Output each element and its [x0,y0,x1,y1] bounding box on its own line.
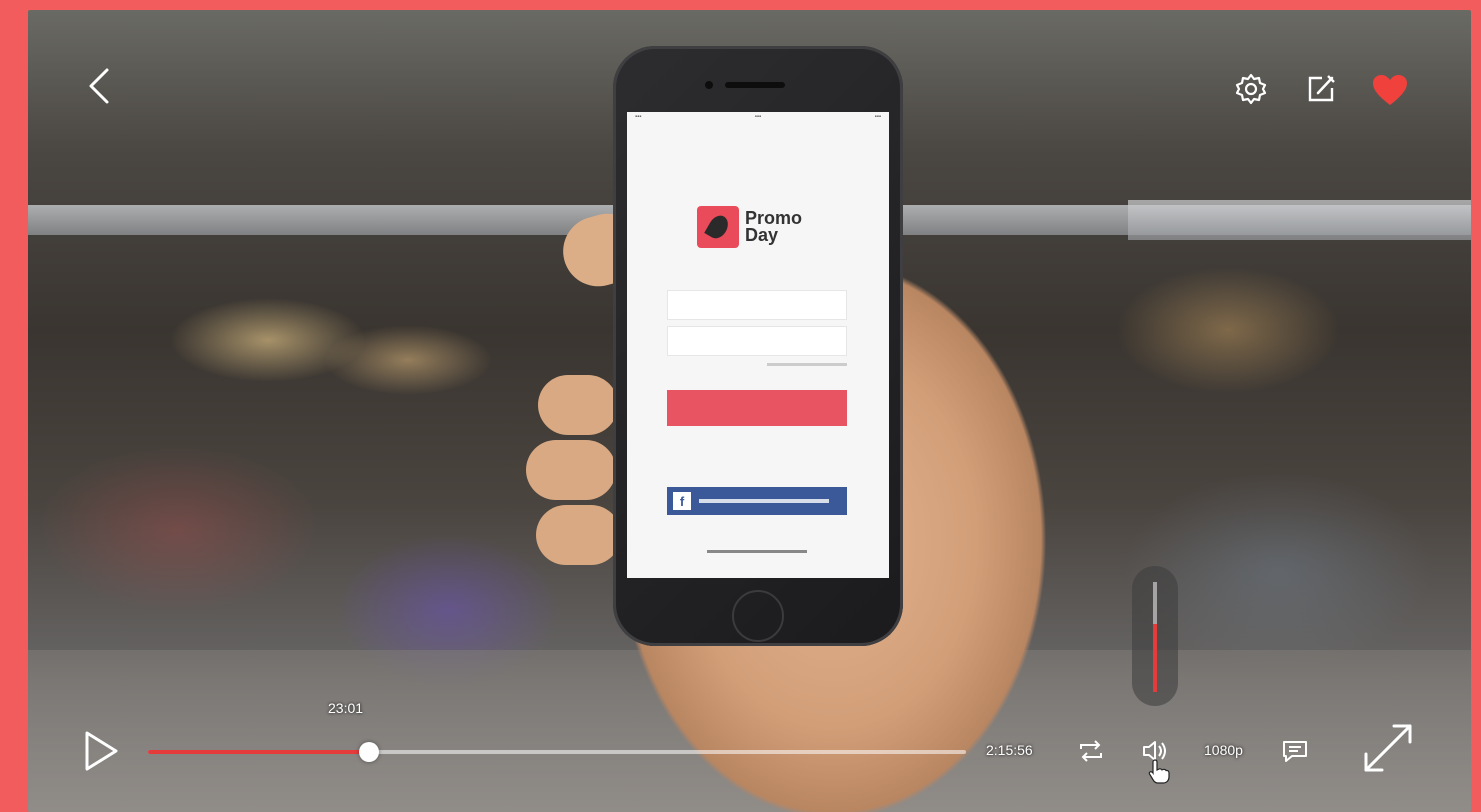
quality-selector[interactable]: 1080p [1204,742,1243,758]
hand-cursor-icon [1148,758,1170,784]
heart-icon[interactable] [1370,72,1410,108]
chevron-left-icon[interactable] [80,66,120,106]
seek-hover-time: 23:01 [328,700,364,716]
edit-icon[interactable] [1304,72,1338,106]
phone-camera [705,81,713,89]
player-controls: 23:01 2:15:56 1080p [28,700,1471,812]
logo-leaf-icon [697,206,739,248]
app-frame: ▪▪▪ ▪▪▪ ▪▪▪ Promo Day f 23:01 2:15:56 10… [0,0,1481,812]
seek-progress [148,750,369,754]
video-scene-finger [536,505,621,565]
seek-handle[interactable] [358,742,379,762]
logo-text-line2: Day [745,225,779,245]
loop-icon[interactable] [1076,736,1106,766]
phone-submit-button [667,390,847,426]
gear-icon[interactable] [1234,72,1268,106]
phone-status-bar: ▪▪▪ ▪▪▪ ▪▪▪ [635,114,881,120]
video-duration: 2:15:56 [986,742,1033,758]
volume-slider[interactable] [1132,566,1178,706]
phone-home-button [732,590,784,642]
phone-screen: ▪▪▪ ▪▪▪ ▪▪▪ Promo Day f [627,112,889,578]
video-scene-finger [538,375,618,435]
captions-icon[interactable] [1280,736,1310,766]
volume-track[interactable] [1153,582,1157,692]
phone-forgot-link [667,362,847,368]
video-scene-awning-right [1128,200,1471,240]
play-icon[interactable] [82,730,120,772]
fullscreen-icon[interactable] [1358,718,1418,778]
facebook-icon: f [673,492,691,510]
promo-day-logo: Promo Day [697,206,802,248]
phone-facebook-button: f [667,487,847,515]
volume-level [1153,623,1157,692]
video-player[interactable]: ▪▪▪ ▪▪▪ ▪▪▪ Promo Day f 23:01 2:15:56 10… [28,10,1471,812]
phone-password-field [667,326,847,356]
video-scene-finger [526,440,616,500]
phone-speaker [725,82,785,88]
seek-bar[interactable] [148,742,966,762]
video-scene-phone: ▪▪▪ ▪▪▪ ▪▪▪ Promo Day f [613,46,903,646]
phone-username-field [667,290,847,320]
phone-create-account-link [667,546,847,555]
